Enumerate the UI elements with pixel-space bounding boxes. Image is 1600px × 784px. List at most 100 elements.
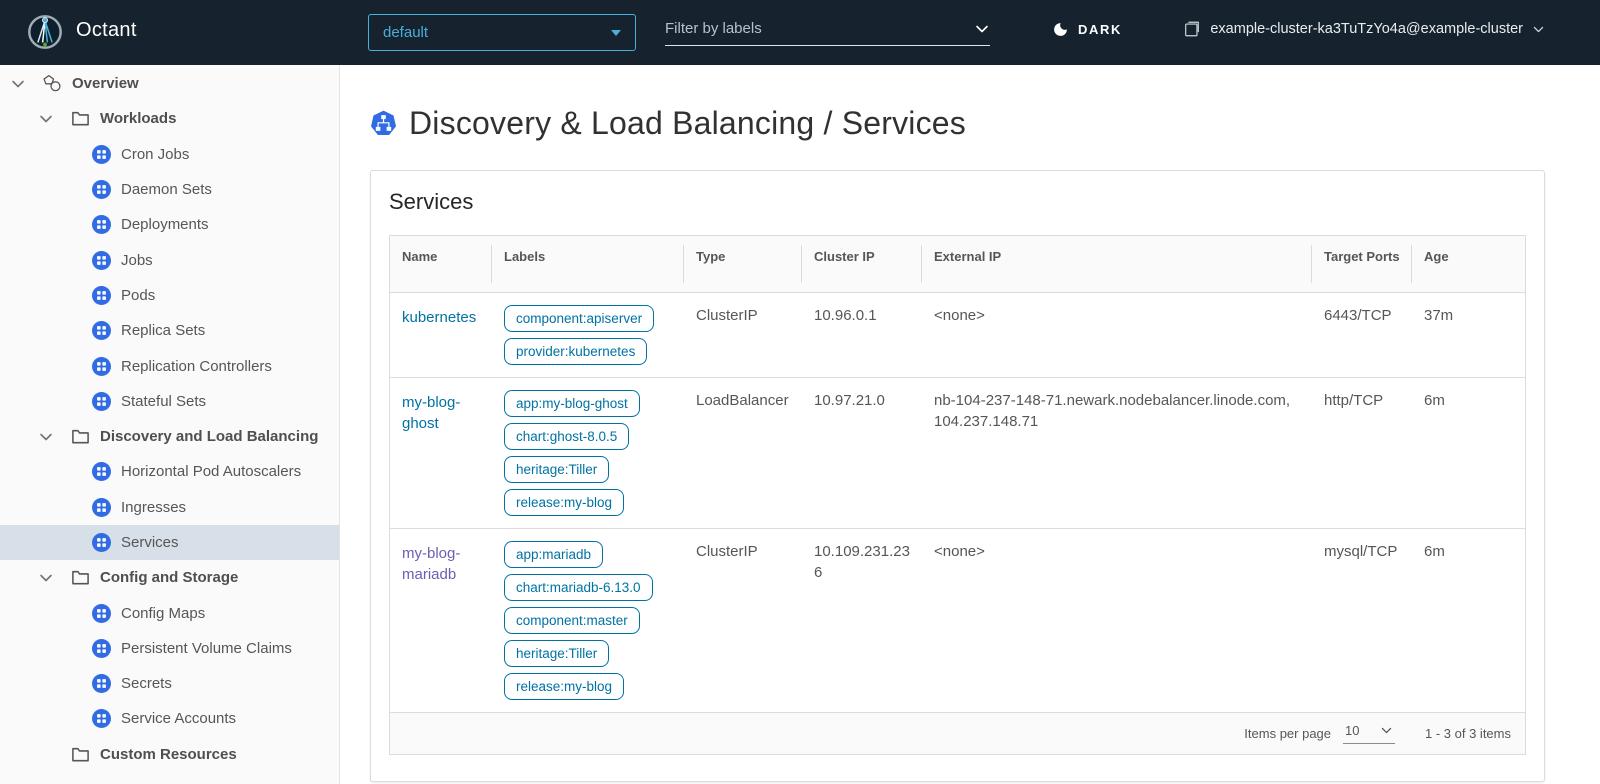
- label-pill[interactable]: app:my-blog-ghost: [504, 390, 640, 417]
- items-per-page-label: Items per page: [1244, 726, 1331, 741]
- services-icon: [92, 533, 111, 552]
- sidebar-item-custom-resources[interactable]: Custom Resources: [0, 737, 339, 772]
- sidebar-item-stateful-sets[interactable]: Stateful Sets: [0, 384, 339, 419]
- label-pill[interactable]: component:apiserver: [504, 305, 654, 332]
- label-filter-input[interactable]: [665, 20, 974, 37]
- cluster-ip-cell: 10.97.21.0: [802, 377, 922, 528]
- label-pill[interactable]: component:master: [504, 607, 640, 634]
- namespace-selector[interactable]: default: [368, 14, 636, 51]
- app-title: Octant: [76, 19, 137, 42]
- sidebar-item-label: Workloads: [100, 110, 176, 127]
- sidebar-item-deployments[interactable]: Deployments: [0, 207, 339, 242]
- sidebar-item-label: Service Accounts: [121, 710, 236, 727]
- sidebar-item-label: Cron Jobs: [121, 146, 189, 163]
- label-pill[interactable]: heritage:Tiller: [504, 640, 609, 667]
- sidebar-item-services[interactable]: Services: [0, 525, 339, 560]
- age-cell: 6m: [1412, 377, 1525, 528]
- cluster-ip-cell: 10.96.0.1: [802, 292, 922, 377]
- sidebar-item-overview[interactable]: Overview: [0, 66, 339, 101]
- sidebar-item-jobs[interactable]: Jobs: [0, 242, 339, 277]
- daemon-sets-icon: [92, 180, 111, 199]
- replica-sets-icon: [92, 321, 111, 340]
- sidebar-item-label: Custom Resources: [100, 746, 237, 763]
- moon-icon: [1052, 21, 1069, 38]
- chevron-down-icon[interactable]: [10, 76, 26, 92]
- label-pill[interactable]: chart:mariadb-6.13.0: [504, 574, 653, 601]
- deployments-icon: [92, 215, 111, 234]
- service-link[interactable]: my-blog-mariadb: [402, 545, 460, 583]
- config-maps-icon: [92, 604, 111, 623]
- card-title: Services: [389, 189, 1526, 215]
- sidebar-item-label: Horizontal Pod Autoscalers: [121, 463, 301, 480]
- theme-toggle[interactable]: DARK: [1052, 21, 1122, 38]
- service-link[interactable]: my-blog-ghost: [402, 394, 460, 432]
- sidebar-item-pods[interactable]: Pods: [0, 278, 339, 313]
- label-pill[interactable]: release:my-blog: [504, 489, 624, 516]
- services-datagrid: Name Labels Type Cluster IP External IP …: [389, 235, 1526, 755]
- chevron-down-icon: [1532, 23, 1545, 36]
- sidebar-item-secrets[interactable]: Secrets: [0, 666, 339, 701]
- service-link[interactable]: kubernetes: [402, 309, 476, 326]
- octant-app: Octant default DARK example-cluster-ka3T…: [0, 0, 1600, 784]
- chevron-down-icon[interactable]: [974, 21, 990, 37]
- service-accounts-icon: [92, 709, 111, 728]
- sidebar-item-service-accounts[interactable]: Service Accounts: [0, 701, 339, 736]
- label-pills: component:apiserver provider:kubernetes: [504, 305, 672, 365]
- label-pill[interactable]: provider:kubernetes: [504, 338, 647, 365]
- folder-icon: [71, 568, 90, 587]
- pagination-range: 1 - 3 of 3 items: [1425, 726, 1511, 741]
- sidebar-item-discovery-and-load-balancing[interactable]: Discovery and Load Balancing: [0, 419, 339, 454]
- items-per-page-select[interactable]: 10: [1343, 723, 1395, 744]
- sidebar-item-label: Config and Storage: [100, 569, 238, 586]
- sidebar-item-workloads[interactable]: Workloads: [0, 101, 339, 136]
- sidebar-item-label: Pods: [121, 287, 155, 304]
- table-row: my-blog-mariadb app:mariadb chart:mariad…: [390, 528, 1525, 712]
- sidebar-item-ingresses[interactable]: Ingresses: [0, 490, 339, 525]
- column-header-labels: Labels: [492, 236, 684, 292]
- type-cell: ClusterIP: [684, 528, 802, 712]
- jobs-icon: [92, 251, 111, 270]
- chevron-down-icon[interactable]: [38, 111, 54, 127]
- target-ports-cell: mysql/TCP: [1312, 528, 1412, 712]
- sidebar-item-replica-sets[interactable]: Replica Sets: [0, 313, 339, 348]
- label-filter: [665, 12, 990, 46]
- chevron-down-icon[interactable]: [38, 570, 54, 586]
- pods-icon: [92, 286, 111, 305]
- label-pill[interactable]: app:mariadb: [504, 541, 603, 568]
- folder-icon: [71, 745, 90, 764]
- theme-toggle-label: DARK: [1078, 22, 1122, 37]
- age-cell: 37m: [1412, 292, 1525, 377]
- sidebar-item-config-maps[interactable]: Config Maps: [0, 595, 339, 630]
- sidebar-item-cron-jobs[interactable]: Cron Jobs: [0, 137, 339, 172]
- secrets-icon: [92, 674, 111, 693]
- cluster-icon: [1183, 20, 1201, 38]
- sidebar-item-daemon-sets[interactable]: Daemon Sets: [0, 172, 339, 207]
- label-pill[interactable]: release:my-blog: [504, 673, 624, 700]
- age-cell: 6m: [1412, 528, 1525, 712]
- label-pill[interactable]: heritage:Tiller: [504, 456, 609, 483]
- external-ip-cell: nb-104-237-148-71.newark.nodebalancer.li…: [922, 377, 1312, 528]
- services-card: Services Name Labels Type Clust: [370, 170, 1545, 782]
- sidebar-item-label: Replica Sets: [121, 322, 205, 339]
- sidebar-item-label: Config Maps: [121, 605, 205, 622]
- namespace-selector-value: default: [383, 24, 428, 41]
- column-header-target-ports: Target Ports: [1312, 236, 1412, 292]
- column-header-type: Type: [684, 236, 802, 292]
- context-selector[interactable]: example-cluster-ka3TuTzYo4a@example-clus…: [1183, 20, 1545, 38]
- chevron-down-icon[interactable]: [38, 429, 54, 445]
- caret-down-icon: [611, 30, 621, 36]
- table-row: kubernetes component:apiserver provider:…: [390, 292, 1525, 377]
- sidebar-item-config-and-storage[interactable]: Config and Storage: [0, 560, 339, 595]
- page-title: Discovery & Load Balancing / Services: [409, 105, 966, 142]
- type-cell: LoadBalancer: [684, 377, 802, 528]
- sidebar-item-label: Overview: [72, 75, 139, 92]
- target-ports-cell: http/TCP: [1312, 377, 1412, 528]
- sidebar-item-replication-controllers[interactable]: Replication Controllers: [0, 348, 339, 383]
- sidebar-item-label: Discovery and Load Balancing: [100, 428, 318, 445]
- type-cell: ClusterIP: [684, 292, 802, 377]
- sidebar-item-persistent-volume-claims[interactable]: Persistent Volume Claims: [0, 631, 339, 666]
- overview-icon: [43, 74, 62, 93]
- sidebar-item-horizontal-pod-autoscalers[interactable]: Horizontal Pod Autoscalers: [0, 454, 339, 489]
- cluster-ip-cell: 10.109.231.236: [802, 528, 922, 712]
- label-pill[interactable]: chart:ghost-8.0.5: [504, 423, 629, 450]
